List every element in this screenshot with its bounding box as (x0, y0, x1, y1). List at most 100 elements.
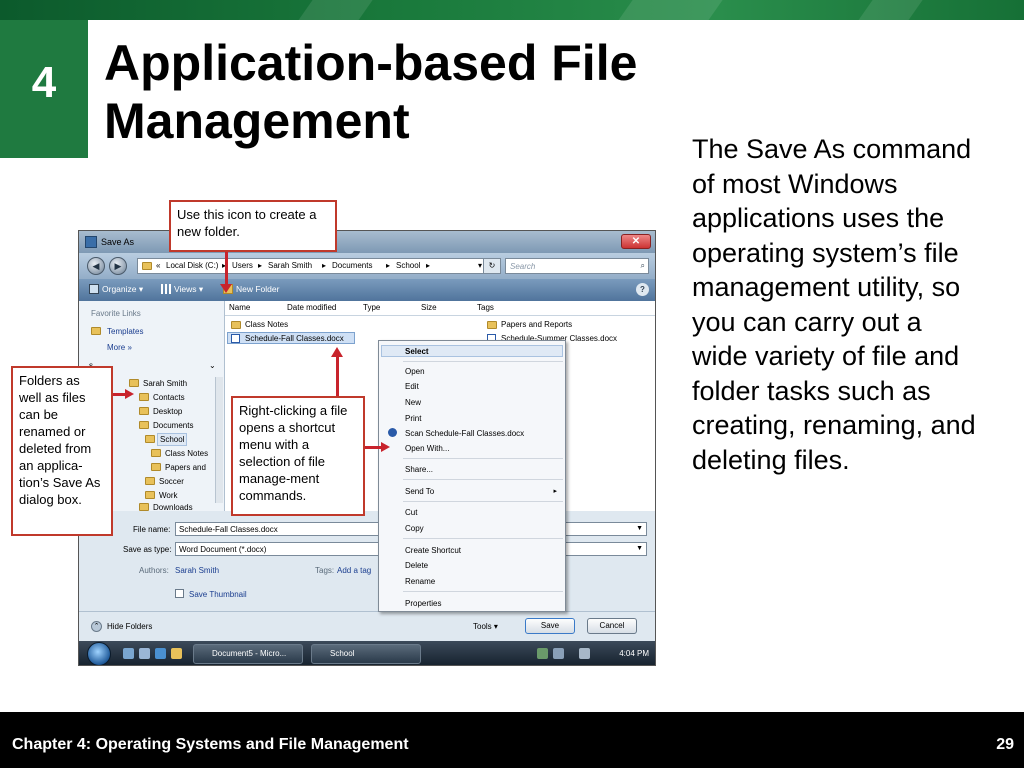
tags-value[interactable]: Add a tag (337, 566, 371, 575)
tree-item-desktop[interactable]: Desktop (153, 407, 182, 416)
menu-item-send-to[interactable]: Send To (405, 487, 434, 496)
start-button[interactable] (87, 642, 111, 665)
taskbar-button-document[interactable]: Document5 - Micro... (193, 644, 303, 664)
switch-windows-icon[interactable] (139, 648, 150, 659)
folder-icon (145, 491, 155, 499)
menu-item-properties[interactable]: Properties (405, 599, 441, 608)
address-dropdown-icon[interactable]: ▾ (478, 261, 482, 270)
tree-item-class-notes[interactable]: Class Notes (165, 449, 208, 458)
menu-item-select[interactable]: Select (405, 347, 429, 356)
tree-item-papers[interactable]: Papers and (165, 463, 206, 472)
more-links[interactable]: More » (107, 343, 132, 352)
taskbar-clock[interactable]: 4:04 PM (619, 649, 649, 658)
tree-item-contacts[interactable]: Contacts (153, 393, 185, 402)
tree-item-work[interactable]: Work (159, 491, 178, 500)
help-icon[interactable]: ? (636, 283, 649, 296)
menu-item-rename[interactable]: Rename (405, 577, 435, 586)
menu-separator (403, 538, 563, 539)
authors-value[interactable]: Sarah Smith (175, 566, 219, 575)
slide-footer: Chapter 4: Operating Systems and File Ma… (0, 712, 1024, 768)
hide-folders-link[interactable]: Hide Folders (107, 622, 152, 631)
slide-title: Application-based File Management (104, 34, 664, 150)
folder-icon (142, 262, 152, 270)
address-separator[interactable]: ▸ (258, 261, 262, 270)
address-bar[interactable]: « Local Disk (C:) ▸ Users ▸ Sarah Smith … (137, 258, 493, 274)
menu-separator (403, 479, 563, 480)
taskbar-button-school[interactable]: School (311, 644, 421, 664)
menu-item-cut[interactable]: Cut (405, 508, 417, 517)
column-header-date-modified[interactable]: Date modified (287, 303, 336, 312)
save-thumbnail-checkbox[interactable] (175, 589, 184, 598)
organize-label: Organize ▾ (102, 284, 144, 294)
footer-chapter-text: Chapter 4: Operating Systems and File Ma… (12, 736, 409, 753)
app-icon (85, 236, 97, 248)
tree-item-documents[interactable]: Documents (153, 421, 193, 430)
address-segment-local-disk[interactable]: Local Disk (C:) (166, 261, 218, 270)
callout-arrow (225, 252, 228, 286)
save-thumbnail-label[interactable]: Save Thumbnail (189, 590, 247, 599)
column-header-name[interactable]: Name (229, 303, 250, 312)
column-header-tags[interactable]: Tags (477, 303, 494, 312)
address-segment-documents[interactable]: Documents (332, 261, 372, 270)
file-name-value: Schedule-Fall Classes.docx (179, 525, 278, 534)
favorite-link-templates[interactable]: Templates (107, 327, 143, 336)
search-icon[interactable]: ⌕ (641, 261, 645, 271)
save-as-type-label: Save as type: (123, 545, 172, 554)
address-segment-users[interactable]: Users (232, 261, 253, 270)
menu-item-delete[interactable]: Delete (405, 561, 428, 570)
folder-icon (145, 435, 155, 443)
menu-item-print[interactable]: Print (405, 414, 421, 423)
chevron-up-icon[interactable]: ⌃ (91, 621, 102, 632)
close-button[interactable]: ✕ (621, 234, 651, 249)
folder-icon (139, 407, 149, 415)
folder-icon (145, 477, 155, 485)
tree-item-school[interactable]: School (157, 433, 188, 446)
search-input[interactable]: Search ⌕ (505, 258, 649, 274)
scrollbar[interactable] (215, 377, 223, 503)
chevron-down-icon[interactable]: ▼ (636, 545, 643, 552)
address-segment-school[interactable]: School (396, 261, 420, 270)
tree-item-sarah-smith[interactable]: Sarah Smith (143, 379, 187, 388)
page-number: 29 (996, 736, 1014, 753)
menu-item-create-shortcut[interactable]: Create Shortcut (405, 546, 461, 555)
address-segment-sarah-smith[interactable]: Sarah Smith (268, 261, 312, 270)
system-tray-icon[interactable] (553, 648, 564, 659)
volume-icon[interactable] (579, 648, 590, 659)
address-separator[interactable]: ▸ (426, 261, 430, 270)
views-label: Views ▾ (174, 284, 204, 294)
menu-item-open-with[interactable]: Open With... (405, 444, 449, 453)
menu-item-scan[interactable]: Scan Schedule-Fall Classes.docx (405, 429, 524, 438)
network-icon[interactable] (537, 648, 548, 659)
show-desktop-icon[interactable] (123, 648, 134, 659)
dialog-button-row: ⌃ Hide Folders Tools ▾ Save Cancel (79, 611, 655, 641)
column-header-size[interactable]: Size (421, 303, 437, 312)
organize-button[interactable]: Organize ▾ (89, 284, 143, 295)
browser-icon[interactable] (155, 648, 166, 659)
folder-icon[interactable] (171, 648, 182, 659)
menu-item-share[interactable]: Share... (405, 465, 433, 474)
forward-button[interactable]: ▶ (109, 257, 127, 275)
tools-button[interactable]: Tools ▾ (473, 622, 498, 631)
views-button[interactable]: Views ▾ (161, 284, 203, 295)
save-button[interactable]: Save (525, 618, 575, 634)
file-item-class-notes[interactable]: Class Notes (245, 320, 288, 329)
address-separator[interactable]: ▸ (386, 261, 390, 270)
address-separator[interactable]: ▸ (322, 261, 326, 270)
file-item-papers-and-reports[interactable]: Papers and Reports (501, 320, 572, 329)
menu-item-new[interactable]: New (405, 398, 421, 407)
tree-item-soccer[interactable]: Soccer (159, 477, 184, 486)
back-button[interactable]: ◀ (87, 257, 105, 275)
chevron-down-icon[interactable]: ⌄ (209, 361, 216, 370)
save-form-area: File name: Schedule-Fall Classes.docx ▼ … (79, 511, 655, 621)
arrow-head (125, 389, 134, 399)
refresh-button[interactable]: ↻ (483, 258, 501, 274)
column-header-type[interactable]: Type (363, 303, 380, 312)
menu-item-open[interactable]: Open (405, 367, 425, 376)
menu-item-edit[interactable]: Edit (405, 382, 419, 391)
file-item-schedule-fall[interactable]: Schedule-Fall Classes.docx (245, 334, 344, 343)
menu-item-copy[interactable]: Copy (405, 524, 424, 533)
folder-icon (129, 379, 139, 387)
folder-icon (231, 321, 241, 329)
cancel-button[interactable]: Cancel (587, 618, 637, 634)
chevron-down-icon[interactable]: ▼ (636, 525, 643, 532)
